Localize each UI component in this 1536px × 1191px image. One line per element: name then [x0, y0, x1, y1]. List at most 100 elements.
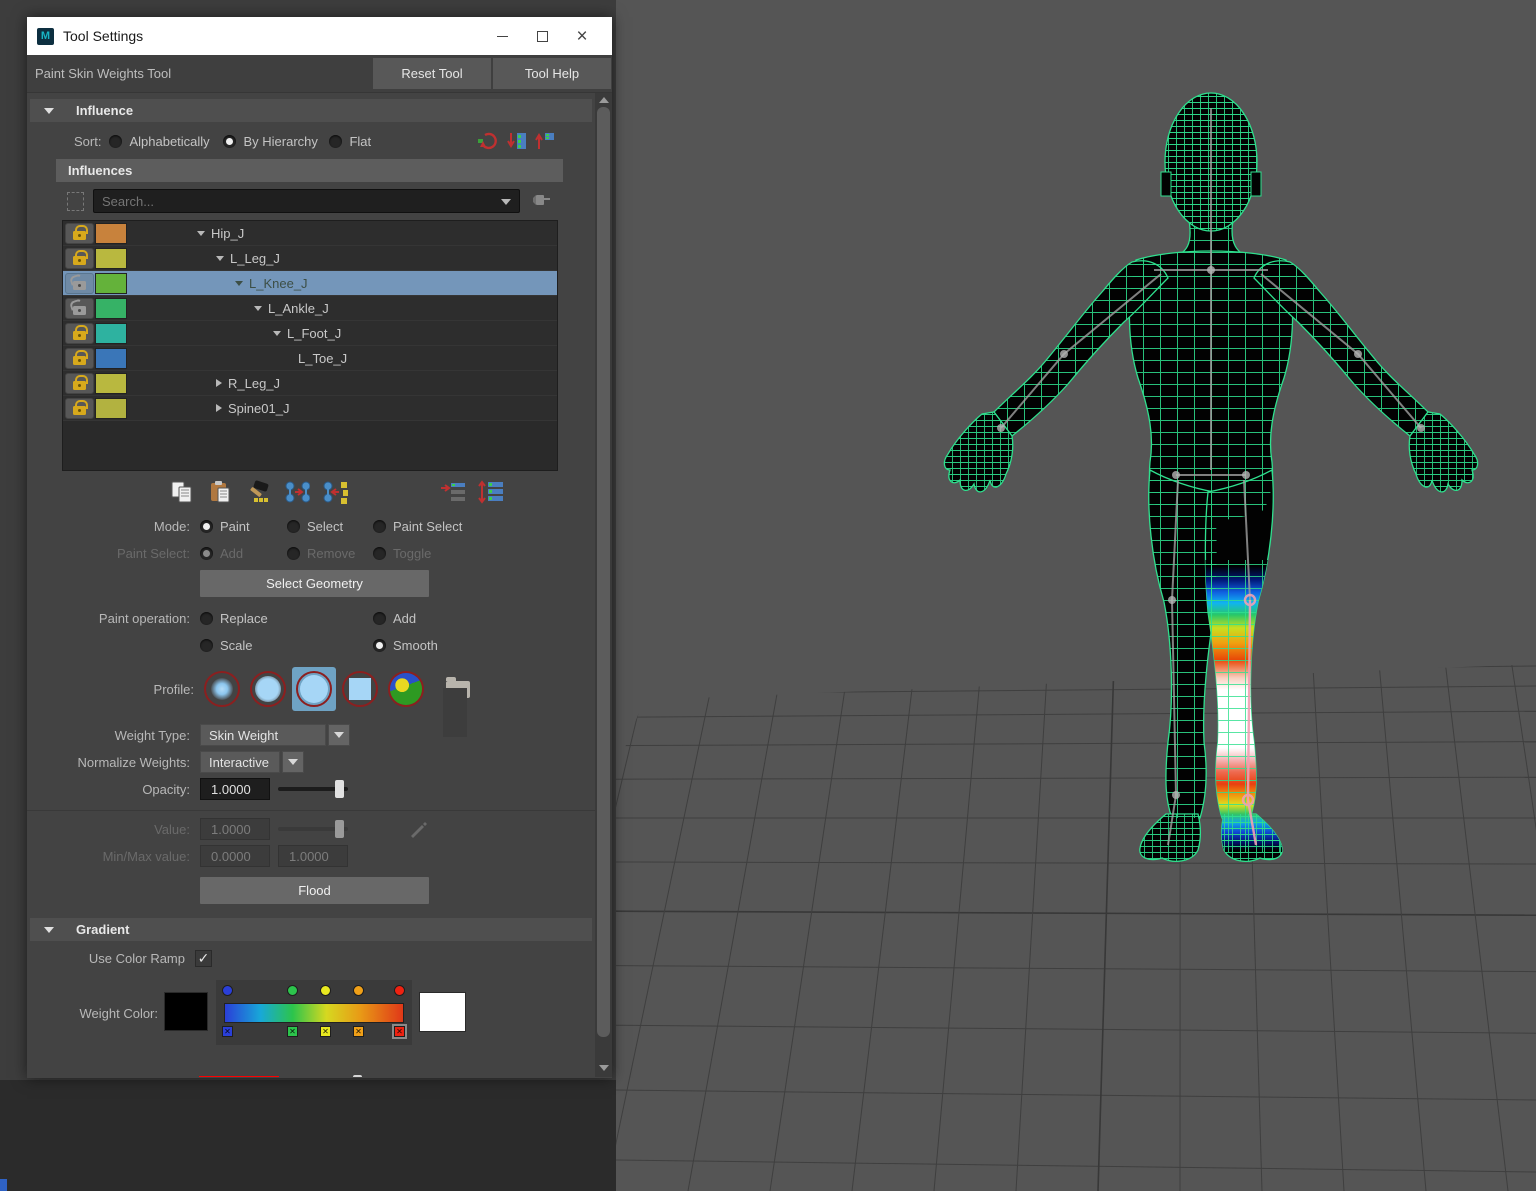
ramp-delete-marker[interactable]: ✕	[320, 1026, 331, 1037]
weight-type-dropdown[interactable]: Skin Weight	[200, 724, 326, 746]
refresh-influences-icon[interactable]	[477, 131, 499, 151]
expanded-arrow-icon[interactable]	[254, 306, 262, 311]
close-button[interactable]: ×	[562, 21, 602, 51]
joint-color-swatch[interactable]	[95, 273, 127, 294]
ramp-position-marker[interactable]	[222, 985, 233, 996]
joint-color-swatch[interactable]	[95, 373, 127, 394]
sort-up-list-icon[interactable]	[535, 131, 555, 151]
joint-color-swatch[interactable]	[95, 248, 127, 269]
joint-row-l-leg-j[interactable]: L_Leg_J	[63, 246, 557, 271]
flood-button[interactable]: Flood	[200, 877, 429, 904]
radio-flat[interactable]: Flat	[329, 134, 389, 149]
weight-color-low-swatch[interactable]	[164, 992, 208, 1031]
joint-color-swatch[interactable]	[95, 298, 127, 319]
ramp-delete-marker[interactable]: ✕	[394, 1026, 405, 1037]
color-ramp-widget[interactable]: ✕ ✕ ✕ ✕ ✕	[216, 980, 412, 1045]
move-weights-icon[interactable]	[284, 480, 310, 504]
joint-row-r-leg-j[interactable]: R_Leg_J	[63, 371, 557, 396]
scroll-up-button[interactable]	[595, 93, 612, 107]
lock-toggle[interactable]	[65, 273, 94, 294]
search-input[interactable]	[94, 194, 484, 209]
joint-row-l-ankle-j[interactable]: L_Ankle_J	[63, 296, 557, 321]
normalize-weights-dropdown-arrow[interactable]	[282, 751, 304, 773]
joint-row-l-toe-j[interactable]: L_Toe_J	[63, 346, 557, 371]
use-color-ramp-checkbox[interactable]: ✓	[195, 950, 212, 967]
lock-toggle[interactable]	[65, 348, 94, 369]
select-geometry-button[interactable]: Select Geometry	[200, 570, 429, 597]
joint-row-l-foot-j[interactable]: L_Foot_J	[63, 321, 557, 346]
collapsed-arrow-icon[interactable]	[216, 404, 222, 412]
ramp-delete-marker[interactable]: ✕	[353, 1026, 364, 1037]
radio-replace[interactable]: Replace	[200, 611, 373, 626]
show-influenced-verts-icon[interactable]	[440, 480, 466, 504]
radio-select[interactable]: Select	[287, 519, 373, 534]
expanded-arrow-icon[interactable]	[216, 256, 224, 261]
lock-toggle[interactable]	[65, 298, 94, 319]
joint-row-spine01-j[interactable]: Spine01_J	[63, 396, 557, 421]
paste-weights-icon[interactable]	[208, 480, 234, 504]
ramp-position-marker[interactable]	[353, 985, 364, 996]
scrollbar-thumb[interactable]	[597, 107, 610, 1037]
soft-brush[interactable]	[246, 667, 290, 711]
lock-toggle[interactable]	[65, 223, 94, 244]
titlebar[interactable]: M Tool Settings ×	[27, 17, 612, 55]
radio-alphabetically[interactable]: Alphabetically	[109, 134, 223, 149]
pin-icon[interactable]	[532, 192, 552, 210]
radio-smooth[interactable]: Smooth	[373, 638, 493, 653]
radio-remove[interactable]: Remove	[287, 546, 373, 561]
influence-section-header[interactable]: Influence	[30, 99, 592, 122]
expanded-arrow-icon[interactable]	[235, 281, 243, 286]
radio-scale[interactable]: Scale	[200, 638, 373, 653]
opacity-field[interactable]: 1.0000	[200, 778, 270, 800]
radio-add[interactable]: Add	[200, 546, 287, 561]
selected-color-slider[interactable]	[287, 1074, 367, 1077]
joint-color-swatch[interactable]	[95, 348, 127, 369]
joint-color-swatch[interactable]	[95, 398, 127, 419]
radio-by-hierarchy[interactable]: By Hierarchy	[223, 134, 329, 149]
radio-add[interactable]: Add	[373, 611, 493, 626]
search-field[interactable]	[93, 189, 520, 213]
image-brush[interactable]	[384, 667, 428, 711]
joint-row-hip-j[interactable]: Hip_J	[63, 221, 557, 246]
joint-row-l-knee-j[interactable]: L_Knee_J	[63, 271, 557, 296]
scroll-down-button[interactable]	[595, 1061, 612, 1075]
ramp-delete-marker[interactable]: ✕	[222, 1026, 233, 1037]
expanded-arrow-icon[interactable]	[273, 331, 281, 336]
gradient-section-header[interactable]: Gradient	[30, 918, 592, 941]
ramp-position-marker[interactable]	[287, 985, 298, 996]
lock-toggle[interactable]	[65, 398, 94, 419]
swap-weights-icon[interactable]	[322, 480, 348, 504]
weight-color-high-swatch[interactable]	[419, 992, 466, 1032]
ramp-delete-marker[interactable]: ✕	[287, 1026, 298, 1037]
expanded-arrow-icon[interactable]	[197, 231, 205, 236]
gaussian-brush[interactable]	[200, 667, 244, 711]
3d-viewport[interactable]	[616, 0, 1536, 1191]
radio-paint-select[interactable]: Paint Select	[373, 519, 493, 534]
toggle-hold-list-icon[interactable]	[478, 480, 504, 504]
weight-hammer-icon[interactable]	[246, 480, 272, 504]
joint-color-swatch[interactable]	[95, 223, 127, 244]
panel-scrollbar[interactable]	[595, 93, 612, 1077]
radio-paint[interactable]: Paint	[200, 519, 287, 534]
reset-tool-button[interactable]: Reset Tool	[373, 58, 491, 89]
marquee-select-icon[interactable]	[67, 192, 84, 211]
tool-help-button[interactable]: Tool Help	[493, 58, 611, 89]
joint-color-swatch[interactable]	[95, 323, 127, 344]
maximize-button[interactable]	[522, 21, 562, 51]
solid-brush[interactable]	[292, 667, 336, 711]
collapsed-arrow-icon[interactable]	[216, 379, 222, 387]
radio-toggle[interactable]: Toggle	[373, 546, 493, 561]
minimize-button[interactable]	[482, 21, 522, 51]
selected-color-swatch[interactable]	[199, 1076, 279, 1077]
lock-toggle[interactable]	[65, 373, 94, 394]
color-ramp-gradient[interactable]	[224, 1003, 404, 1023]
lock-toggle[interactable]	[65, 248, 94, 269]
ramp-position-marker[interactable]	[320, 985, 331, 996]
search-dropdown-icon[interactable]	[501, 199, 511, 205]
lock-toggle[interactable]	[65, 323, 94, 344]
square-brush[interactable]	[338, 667, 382, 711]
normalize-weights-dropdown[interactable]: Interactive	[200, 751, 280, 773]
opacity-slider[interactable]	[278, 778, 348, 800]
weight-type-dropdown-arrow[interactable]	[328, 724, 350, 746]
ramp-position-marker[interactable]	[394, 985, 405, 996]
